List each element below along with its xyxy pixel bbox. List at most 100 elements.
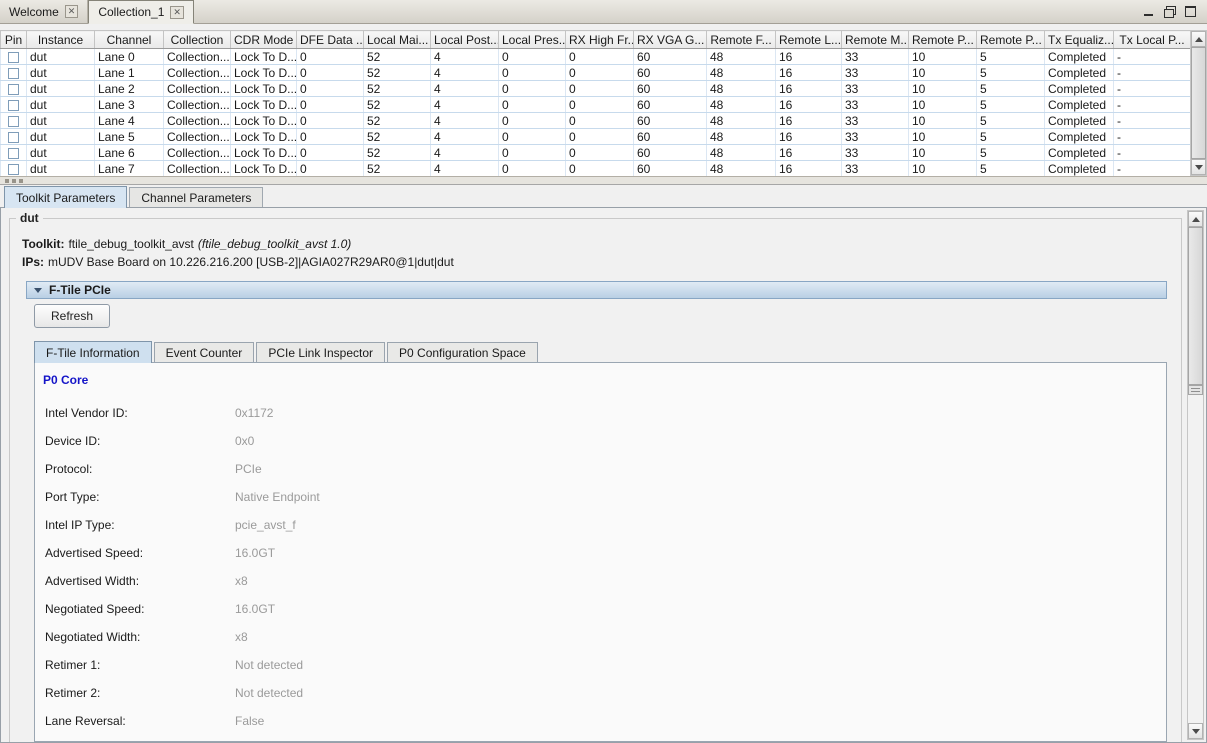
table-cell: -: [1114, 97, 1191, 113]
table-cell: 33: [842, 129, 909, 145]
field-label: Device ID:: [39, 434, 235, 448]
scroll-up-button[interactable]: [1188, 211, 1203, 227]
table-cell: 0: [499, 129, 566, 145]
table-cell: Lane 6: [95, 145, 164, 161]
pin-checkbox[interactable]: [8, 68, 19, 79]
refresh-button[interactable]: Refresh: [34, 304, 110, 328]
pin-checkbox[interactable]: [8, 148, 19, 159]
table-cell: 0: [499, 113, 566, 129]
table-row[interactable]: dutLane 2Collection...Lock To D...052400…: [1, 81, 1191, 97]
table-cell: 0: [499, 81, 566, 97]
close-icon[interactable]: ✕: [65, 5, 79, 18]
close-icon[interactable]: ✕: [170, 6, 184, 19]
table-cell: 48: [707, 113, 776, 129]
field-label: Port Type:: [39, 490, 235, 504]
table-cell: 0: [499, 97, 566, 113]
scroll-up-button[interactable]: [1191, 31, 1206, 47]
table-cell: 60: [634, 161, 707, 177]
column-header-remote-l[interactable]: Remote L...: [776, 31, 842, 49]
table-row[interactable]: dutLane 5Collection...Lock To D...052400…: [1, 129, 1191, 145]
pin-checkbox[interactable]: [8, 132, 19, 143]
sash-handle[interactable]: [1188, 385, 1203, 395]
column-header-pin[interactable]: Pin: [1, 31, 27, 49]
scroll-thumb[interactable]: [1191, 47, 1206, 159]
pin-checkbox[interactable]: [8, 116, 19, 127]
tab-toolkit-parameters[interactable]: Toolkit Parameters: [4, 186, 127, 208]
table-cell: Completed: [1045, 81, 1114, 97]
table-cell: Lock To D...: [231, 145, 297, 161]
column-header-tx-local-p[interactable]: Tx Local P...: [1114, 31, 1191, 49]
scroll-track[interactable]: [1191, 47, 1206, 159]
table-vertical-scrollbar[interactable]: [1190, 30, 1207, 176]
pin-checkbox[interactable]: [8, 100, 19, 111]
column-header-local-mai[interactable]: Local Mai...: [364, 31, 431, 49]
column-header-remote-p[interactable]: Remote P...: [909, 31, 977, 49]
table-cell: 0: [566, 113, 634, 129]
table-cell: 4: [431, 145, 499, 161]
table-cell: 60: [634, 49, 707, 65]
panel-vertical-scrollbar[interactable]: [1187, 210, 1204, 740]
tab-channel-parameters[interactable]: Channel Parameters: [129, 187, 263, 207]
table-row[interactable]: dutLane 4Collection...Lock To D...052400…: [1, 113, 1191, 129]
table-cell: -: [1114, 145, 1191, 161]
table-row[interactable]: dutLane 6Collection...Lock To D...052400…: [1, 145, 1191, 161]
scroll-thumb[interactable]: [1188, 227, 1203, 385]
pin-cell: [1, 113, 27, 129]
table-cell: 10: [909, 161, 977, 177]
tab-event-counter[interactable]: Event Counter: [154, 342, 255, 362]
column-header-tx-equaliz[interactable]: Tx Equaliz...: [1045, 31, 1114, 49]
table-row[interactable]: dutLane 7Collection...Lock To D...052400…: [1, 161, 1191, 177]
table-cell: 0: [499, 65, 566, 81]
column-header-cdr-mode[interactable]: CDR Mode: [231, 31, 297, 49]
tab-pcie-link-inspector[interactable]: PCIe Link Inspector: [256, 342, 385, 362]
pin-checkbox[interactable]: [8, 52, 19, 63]
table-row[interactable]: dutLane 3Collection...Lock To D...052400…: [1, 97, 1191, 113]
table-cell: 0: [297, 161, 364, 177]
ftile-pcie-section-header[interactable]: F-Tile PCIe: [26, 281, 1167, 299]
table-cell: 0: [297, 145, 364, 161]
field-row: Advertised Width:x8: [39, 567, 1166, 595]
horizontal-splitter[interactable]: [0, 176, 1207, 185]
scroll-down-button[interactable]: [1188, 723, 1203, 739]
table-cell: Lane 5: [95, 129, 164, 145]
restore-icon[interactable]: [1164, 6, 1176, 18]
tab-collection-1[interactable]: Collection_1 ✕: [88, 0, 194, 24]
table-cell: 48: [707, 145, 776, 161]
ftile-pcie-section: F-Tile PCIe Refresh F-Tile InformationEv…: [26, 281, 1167, 742]
tab-p0-configuration-space[interactable]: P0 Configuration Space: [387, 342, 538, 362]
tab-label: Welcome: [9, 5, 59, 19]
pin-cell: [1, 161, 27, 177]
scroll-down-button[interactable]: [1191, 159, 1206, 175]
field-row: Intel Vendor ID:0x1172: [39, 399, 1166, 427]
column-header-local-pres[interactable]: Local Pres...: [499, 31, 566, 49]
table-row[interactable]: dutLane 0Collection...Lock To D...052400…: [1, 49, 1191, 65]
column-header-dfe-data[interactable]: DFE Data ...: [297, 31, 364, 49]
minimize-icon[interactable]: [1143, 6, 1155, 18]
toolkit-label: Toolkit:: [22, 237, 64, 251]
table-cell: 10: [909, 49, 977, 65]
table-cell: dut: [27, 97, 95, 113]
tab-welcome[interactable]: Welcome ✕: [0, 0, 88, 23]
column-header-channel[interactable]: Channel: [95, 31, 164, 49]
column-header-remote-p[interactable]: Remote P...: [977, 31, 1045, 49]
field-row: Port Type:Native Endpoint: [39, 483, 1166, 511]
tab-f-tile-information[interactable]: F-Tile Information: [34, 341, 152, 363]
table-row[interactable]: dutLane 1Collection...Lock To D...052400…: [1, 65, 1191, 81]
field-label: Lane Reversal:: [39, 714, 235, 728]
maximize-icon[interactable]: [1185, 6, 1197, 18]
table-cell: 48: [707, 97, 776, 113]
column-header-rx-vga-g[interactable]: RX VGA G...: [634, 31, 707, 49]
column-header-remote-f[interactable]: Remote F...: [707, 31, 776, 49]
scroll-track[interactable]: [1188, 227, 1203, 723]
column-header-instance[interactable]: Instance: [27, 31, 95, 49]
pin-checkbox[interactable]: [8, 84, 19, 95]
column-header-collection[interactable]: Collection: [164, 31, 231, 49]
table-cell: Collection...: [164, 161, 231, 177]
column-header-remote-m[interactable]: Remote M...: [842, 31, 909, 49]
pin-checkbox[interactable]: [8, 164, 19, 175]
column-header-local-post[interactable]: Local Post...: [431, 31, 499, 49]
table-cell: 60: [634, 145, 707, 161]
arrow-down-icon: [1195, 165, 1203, 170]
p0-core-heading: P0 Core: [43, 373, 1166, 387]
column-header-rx-high-fr[interactable]: RX High Fr...: [566, 31, 634, 49]
